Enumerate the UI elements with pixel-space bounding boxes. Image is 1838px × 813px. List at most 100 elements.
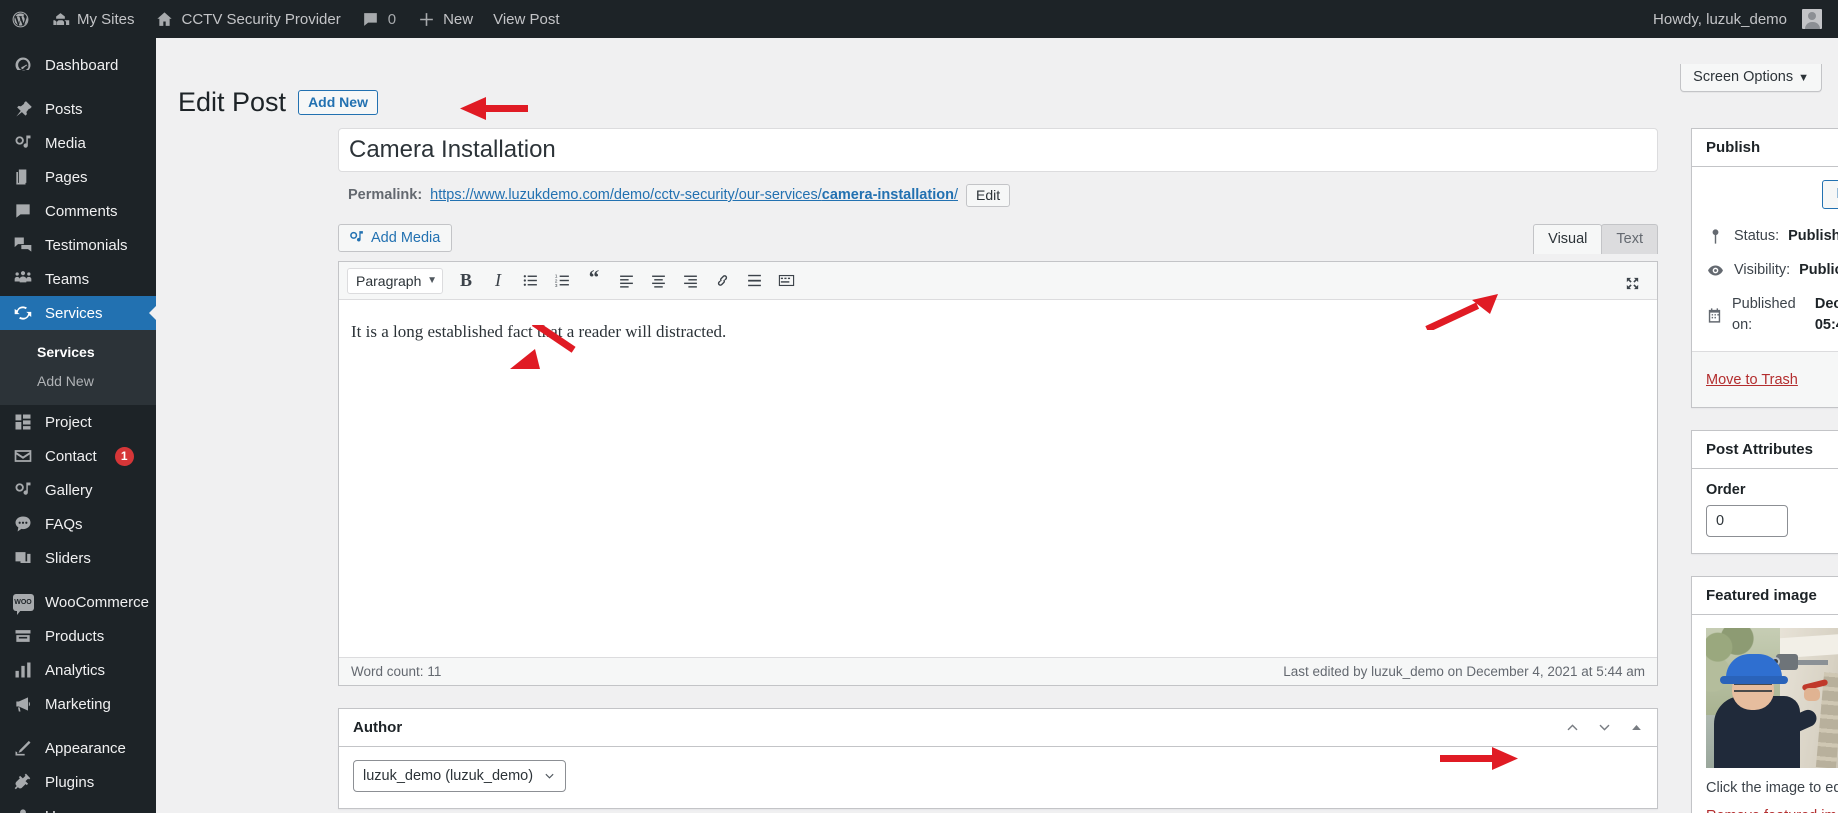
sidebar-item-project[interactable]: Project [0,405,156,439]
sidebar-submenu-services: Services Add New [0,330,156,405]
sidebar-item-plugins[interactable]: Plugins [0,765,156,799]
toolbar-toggle-icon[interactable] [771,267,801,294]
bold-icon[interactable]: B [451,267,481,294]
publish-postbox-title: Publish [1706,139,1761,156]
adminbar-view-post[interactable]: View Post [483,0,569,38]
plugins-icon [12,772,34,792]
move-to-trash-link[interactable]: Move to Trash [1706,372,1798,388]
adminbar-comments[interactable]: 0 [351,0,406,38]
sidebar-item-sliders-label: Sliders [45,549,91,567]
add-new-button[interactable]: Add New [298,90,378,116]
move-down-icon[interactable] [1593,717,1615,739]
edit-permalink-button[interactable]: Edit [965,183,1011,207]
author-postbox-inside: luzuk_demo (luzuk_demo) [339,747,1657,808]
featured-image-inside: Click the image to edit or update Remove… [1692,615,1838,813]
adminbar-new-content[interactable]: New [406,0,483,38]
sidebar-item-woocommerce[interactable]: WOO WooCommerce [0,585,156,619]
sidebar-submenu-item-services[interactable]: Services [0,338,156,367]
sidebar-item-sliders[interactable]: Sliders [0,541,156,575]
sidebar-item-dashboard[interactable]: Dashboard [0,48,156,82]
sidebar-item-products[interactable]: Products [0,619,156,653]
sidebar-item-posts[interactable]: Posts [0,92,156,126]
sidebar-item-users[interactable]: Users [0,799,156,813]
sidebar-submenu-item-add-new[interactable]: Add New [0,367,156,396]
services-icon [12,303,34,323]
marketing-icon [12,694,34,714]
adminbar-site-name[interactable]: CCTV Security Provider [145,0,351,38]
sidebar-item-services-label: Services [45,304,103,322]
editor-content-area[interactable]: It is a long established fact that a rea… [339,300,1657,657]
preview-changes-button[interactable]: Preview Changes [1822,180,1838,209]
author-select[interactable]: luzuk_demo (luzuk_demo) [353,760,567,792]
paragraph-format-select[interactable]: Paragraph ▼ [347,267,443,294]
post-title-input[interactable] [338,128,1658,172]
visibility-row: Visibility: Public Edit [1706,254,1838,288]
sidebar-item-teams-label: Teams [45,270,90,288]
read-more-icon[interactable] [739,267,769,294]
admin-bar: My Sites CCTV Security Provider 0 New Vi… [0,0,1838,38]
chevron-down-icon: ▼ [427,275,437,286]
featured-image-header: Featured image [1692,577,1838,615]
featured-image-caption: Click the image to edit or update [1706,780,1838,796]
sidebar-item-gallery[interactable]: Gallery [0,473,156,507]
numbered-list-icon[interactable]: 123 [547,267,577,294]
add-media-button[interactable]: Add Media [338,224,453,252]
plus-icon [416,9,436,29]
word-count: Word count: 11 [351,664,441,679]
sidebar-item-faqs[interactable]: FAQs [0,507,156,541]
adminbar-my-account[interactable]: Howdy, luzuk_demo [1643,0,1838,38]
author-postbox-header: Author [339,709,1657,747]
italic-icon[interactable]: I [483,267,513,294]
sidebar-item-services[interactable]: Services [0,296,156,330]
appearance-icon [12,738,34,758]
published-on-label: Published on: [1732,295,1796,334]
sidebar-item-testimonials-label: Testimonials [45,236,128,254]
sidebar-item-teams[interactable]: Teams [0,262,156,296]
mail-icon [12,446,34,466]
post-title-wrap [338,128,1658,172]
move-up-icon[interactable] [1561,717,1583,739]
editor-frame: Paragraph ▼ B I 123 “ It is a long estab… [338,261,1658,686]
sidebar-item-faqs-label: FAQs [45,515,83,533]
technician-hand-shape [1804,688,1820,701]
tab-visual[interactable]: Visual [1533,224,1603,254]
blockquote-icon[interactable]: “ [579,266,609,294]
sidebar-item-contact[interactable]: Contact 1 [0,439,156,473]
admin-sidebar-menu: Dashboard Posts Media Pages Comments Tes… [0,38,156,813]
sidebar-item-project-label: Project [45,413,92,431]
sliders-icon [12,548,34,568]
sidebar-item-posts-label: Posts [45,100,83,118]
wordpress-logo-button[interactable] [0,0,40,38]
hard-hat-brim-shape [1720,676,1788,684]
align-right-icon[interactable] [675,267,705,294]
sidebar-item-media[interactable]: Media [0,126,156,160]
sidebar-item-appearance[interactable]: Appearance [0,731,156,765]
sidebar-item-analytics[interactable]: Analytics [0,653,156,687]
toggle-panel-icon[interactable] [1625,717,1647,739]
align-center-icon[interactable] [643,267,673,294]
sidebar-item-marketing[interactable]: Marketing [0,687,156,721]
remove-featured-image-link[interactable]: Remove featured image [1706,808,1838,813]
pin-icon [12,99,34,119]
analytics-icon [12,660,34,680]
tab-text[interactable]: Text [1601,224,1658,254]
minor-publishing-actions: Preview Changes [1706,180,1838,220]
featured-image-thumbnail[interactable] [1706,628,1838,768]
fullscreen-icon[interactable] [1617,270,1647,297]
visibility-value: Public [1799,261,1838,278]
align-left-icon[interactable] [611,267,641,294]
adminbar-my-sites-label: My Sites [77,10,135,28]
editor-wrap: Add Media Visual Text Paragraph ▼ B I 1 … [338,224,1658,686]
adminbar-my-sites[interactable]: My Sites [40,0,145,38]
screen-options-button[interactable]: Screen Options ▼ [1680,64,1822,92]
sidebar-item-comments[interactable]: Comments [0,194,156,228]
order-input[interactable] [1706,505,1788,537]
sidebar-item-pages[interactable]: Pages [0,160,156,194]
svg-text:3: 3 [554,283,557,289]
wordpress-logo-icon [10,9,30,29]
sidebar-item-testimonials[interactable]: Testimonials [0,228,156,262]
sidebar-item-media-label: Media [45,134,86,152]
permalink-link[interactable]: https://www.luzukdemo.com/demo/cctv-secu… [430,187,958,203]
bulleted-list-icon[interactable] [515,267,545,294]
insert-link-icon[interactable] [707,267,737,294]
